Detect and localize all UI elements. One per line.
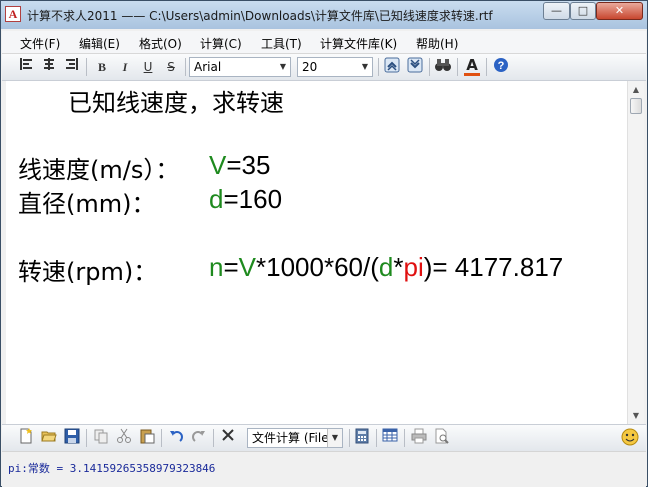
save-icon[interactable] [62, 428, 82, 448]
toolbar-separator [185, 58, 186, 76]
align-left-icon[interactable] [16, 57, 36, 77]
rpm-row: 转速(rpm)： n=V*1000*60/(d*pi)= 4177.817 [6, 252, 606, 286]
font-size-value: 20 [302, 60, 318, 74]
calculation-mode-value: 文件计算 (File) [252, 431, 334, 445]
menu-format[interactable]: 格式(O) [139, 35, 182, 52]
delete-icon[interactable] [218, 428, 238, 448]
copy-icon[interactable] [91, 428, 111, 448]
rpm-pi-constant: pi [403, 252, 424, 282]
toolbar-separator [376, 429, 377, 447]
strikethrough-button[interactable]: S [161, 57, 181, 77]
toolbar-separator [429, 58, 430, 76]
print-preview-icon[interactable] [432, 428, 452, 448]
rpm-diameter-ref: d [378, 252, 394, 282]
chevron-down-icon: ▼ [361, 62, 369, 71]
diameter-expression: d=160 [209, 184, 282, 215]
title-bar[interactable]: A 计算不求人2011 —— C:\Users\admin\Downloads\… [1, 1, 647, 29]
toolbar-separator [161, 429, 162, 447]
font-name-value: Arial [194, 60, 222, 74]
minimize-button[interactable]: — [543, 2, 570, 20]
calculator-icon[interactable] [352, 428, 372, 448]
calculation-mode-select[interactable]: 文件计算 (File) ▼ [247, 428, 343, 448]
underline-button[interactable]: U [138, 57, 158, 77]
speed-label: 线速度(m/s）： [18, 156, 180, 184]
paste-icon[interactable] [137, 428, 157, 448]
open-folder-icon[interactable] [39, 428, 59, 448]
menu-library[interactable]: 计算文件库(K) [320, 35, 397, 52]
rpm-multiply: * [393, 252, 404, 282]
status-bar: pi:常数 = 3.14159265358979323846 [2, 451, 646, 487]
table-icon[interactable] [380, 428, 400, 448]
print-icon[interactable] [409, 428, 429, 448]
rpm-factor: *1000*60/( [256, 252, 379, 282]
rpm-label: 转速(rpm)： [18, 258, 158, 286]
menu-calculate[interactable]: 计算(C) [200, 35, 242, 52]
toolbar-separator [404, 429, 405, 447]
rpm-expression: n=V*1000*60/(d*pi)= 4177.817 [209, 252, 563, 283]
menu-bar: 文件(F) 编辑(E) 格式(O) 计算(C) 工具(T) 计算文件库(K) 帮… [2, 31, 646, 54]
toolbar-separator [486, 58, 487, 76]
scroll-down-icon[interactable]: ▼ [628, 407, 644, 424]
document-heading: 已知线速度，求转速 [68, 89, 284, 117]
menu-edit[interactable]: 编辑(E) [79, 35, 120, 52]
app-window: A 计算不求人2011 —— C:\Users\admin\Downloads\… [0, 0, 648, 487]
cut-icon[interactable] [114, 428, 134, 448]
help-icon[interactable]: ? [491, 57, 511, 77]
document-editor[interactable]: 已知线速度，求转速 线速度(m/s）： V=35 直径(mm)： d=160 转… [6, 81, 627, 424]
smiley-icon[interactable] [620, 428, 640, 448]
chevron-down-icon: ▼ [279, 62, 287, 71]
font-name-select[interactable]: Arial ▼ [189, 57, 291, 77]
toolbar-separator [86, 429, 87, 447]
speed-expression: V=35 [209, 150, 270, 181]
align-center-icon[interactable] [39, 57, 59, 77]
rpm-variable: n [209, 252, 224, 282]
diameter-row: 直径(mm)： d=160 [6, 184, 606, 218]
font-color-button[interactable]: A [462, 57, 482, 77]
help-glyph: ? [498, 60, 505, 72]
app-icon: A [5, 6, 21, 22]
bold-button[interactable]: B [92, 57, 112, 77]
toolbar-separator [378, 58, 379, 76]
menu-help[interactable]: 帮助(H) [416, 35, 458, 52]
format-toolbar: B I U S Arial ▼ 20 ▼ A ? [2, 54, 646, 81]
toolbar-separator [213, 429, 214, 447]
speed-row: 线速度(m/s）： V=35 [6, 150, 606, 184]
diameter-label: 直径(mm)： [18, 190, 156, 218]
font-color-swatch [464, 73, 480, 76]
toolbar-separator [349, 429, 350, 447]
undo-icon[interactable] [166, 428, 186, 448]
status-message: pi:常数 = 3.14159265358979323846 [8, 462, 216, 475]
rpm-equals: = [223, 252, 239, 282]
italic-button[interactable]: I [115, 57, 135, 77]
redo-icon[interactable] [189, 428, 209, 448]
decrease-indent-icon[interactable] [405, 57, 425, 77]
diameter-value: =160 [223, 184, 283, 214]
align-right-icon[interactable] [62, 57, 82, 77]
font-size-select[interactable]: 20 ▼ [297, 57, 373, 77]
speed-value: =35 [226, 150, 271, 180]
toolbar-separator [86, 58, 87, 76]
chevron-down-icon: ▼ [327, 429, 342, 447]
menu-tools[interactable]: 工具(T) [261, 35, 302, 52]
rpm-result: )= 4177.817 [423, 252, 564, 282]
new-file-icon[interactable] [16, 428, 36, 448]
close-button[interactable]: ✕ [596, 2, 643, 20]
diameter-variable: d [209, 184, 224, 214]
increase-indent-icon[interactable] [382, 57, 402, 77]
speed-variable: V [209, 150, 227, 180]
font-color-glyph: A [466, 56, 478, 74]
vertical-scrollbar[interactable]: ▲ ▼ [627, 81, 644, 424]
toolbar-separator [457, 58, 458, 76]
menu-file[interactable]: 文件(F) [20, 35, 60, 52]
maximize-button[interactable]: □ [570, 2, 596, 20]
window-title: 计算不求人2011 —— C:\Users\admin\Downloads\计算… [27, 9, 493, 23]
rpm-speed-ref: V [238, 252, 256, 282]
bottom-toolbar: 文件计算 (File) ▼ [2, 424, 646, 451]
scroll-thumb[interactable] [630, 98, 642, 114]
binoculars-icon[interactable] [433, 57, 453, 77]
scroll-up-icon[interactable]: ▲ [628, 81, 644, 98]
